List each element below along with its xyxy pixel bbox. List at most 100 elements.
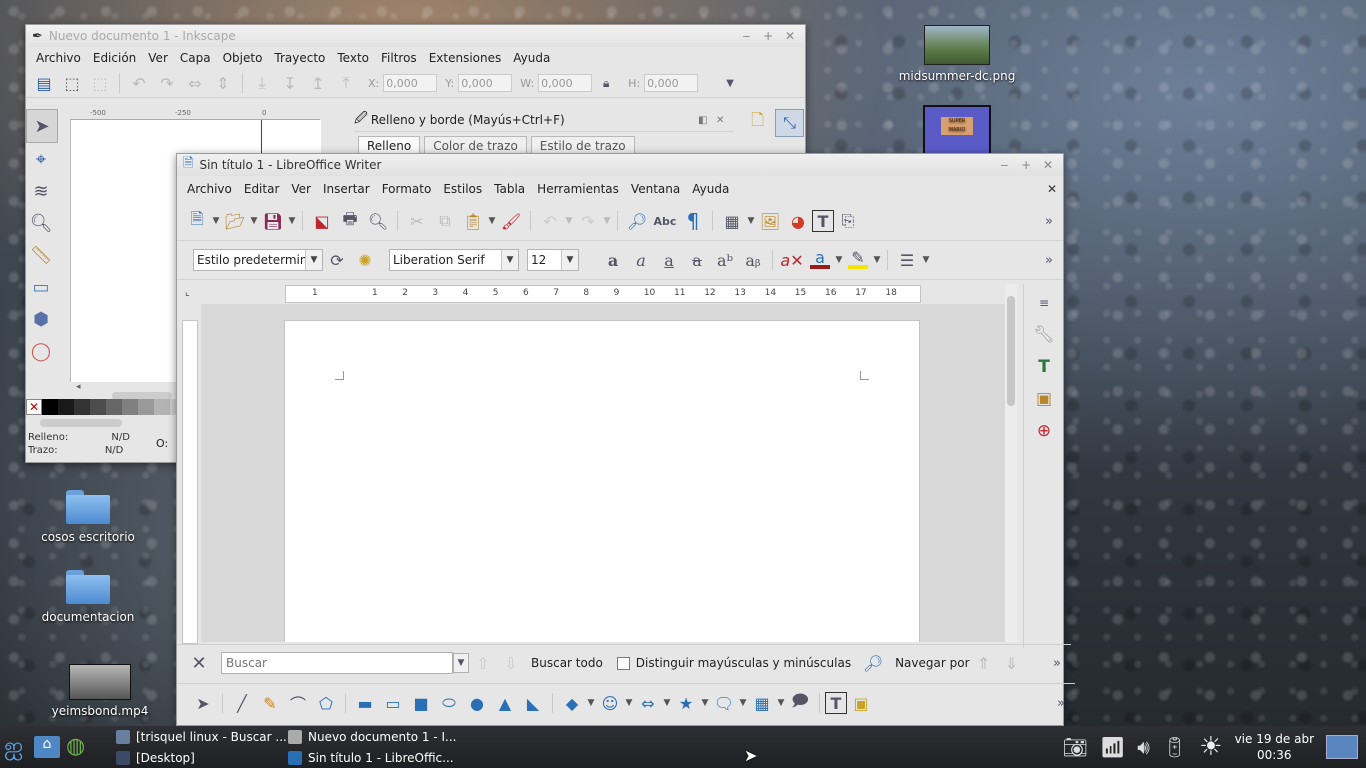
paragraph-style-combo[interactable]: Estilo predetermina ▼	[193, 249, 323, 271]
node-tool-icon[interactable]: ⌖	[26, 143, 56, 175]
close-find-bar-icon[interactable]: ✕	[185, 650, 213, 676]
undo-icon[interactable]: ↶	[536, 208, 564, 234]
raise-to-top-icon[interactable]: ⤒	[332, 70, 360, 96]
desktop-icon-midsummer[interactable]: midsummer-dc.png	[897, 25, 1017, 83]
taskbar-item-inkscape[interactable]: Nuevo documento 1 - I...	[288, 727, 457, 747]
insert-table-icon[interactable]: ▦	[718, 208, 746, 234]
chevron-down-icon[interactable]: ▼	[586, 698, 596, 708]
chevron-down-icon[interactable]: ▼	[602, 216, 612, 226]
menu-filtros[interactable]: Filtros	[375, 51, 423, 65]
maximize-button[interactable]: +	[759, 29, 777, 43]
new-style-icon[interactable]: ✺	[351, 247, 379, 273]
symbol-shapes-icon[interactable]: ☺	[596, 690, 624, 716]
properties-wrench-icon[interactable]: 🔧︎	[1030, 322, 1058, 348]
chevron-down-icon[interactable]: ▼	[662, 698, 672, 708]
menu-extensiones[interactable]: Extensiones	[423, 51, 508, 65]
taskbar-item-browser[interactable]: [trisquel linux - Buscar ...	[116, 727, 287, 747]
menu-tabla[interactable]: Tabla	[488, 182, 531, 196]
callouts-icon[interactable]: 🗨︎	[710, 690, 738, 716]
inkscape-titlebar[interactable]: ✒ Nuevo documento 1 - Inkscape ‒ + ✕	[26, 25, 805, 47]
toolbar-overflow-icon[interactable]: »	[1043, 650, 1071, 676]
rectangle-icon[interactable]: ▬	[351, 690, 379, 716]
start-menu-icon[interactable]: ஐ	[4, 732, 23, 763]
find-next-icon[interactable]: ⇩	[497, 650, 525, 676]
swatch[interactable]	[90, 399, 106, 415]
snap-toggle-icon[interactable]: ⤡	[775, 109, 804, 137]
navigate-down-icon[interactable]: ⇓	[998, 650, 1026, 676]
menu-archivo[interactable]: Archivo	[181, 182, 238, 196]
basic-shapes-icon[interactable]: ◆	[558, 690, 586, 716]
volume-icon[interactable]: 🔊︎	[1137, 735, 1150, 759]
subscript-icon[interactable]: aᵦ	[739, 247, 767, 273]
rounded-rectangle-icon[interactable]: ▭	[379, 690, 407, 716]
superscript-icon[interactable]: aᵇ	[711, 247, 739, 273]
search-history-dropdown[interactable]: ▼	[453, 653, 469, 673]
strikethrough-icon[interactable]: a	[683, 247, 711, 273]
menu-texto[interactable]: Texto	[331, 51, 375, 65]
chevron-down-icon[interactable]: ▼	[624, 698, 634, 708]
insert-chart-icon[interactable]: ◕	[784, 208, 812, 234]
find-replace-icon[interactable]: 🔎︎	[859, 650, 887, 676]
deselect-icon[interactable]: ⬚	[86, 70, 114, 96]
rectangle-tool-icon[interactable]: ▭	[26, 271, 56, 303]
chevron-down-icon[interactable]: ▼	[776, 698, 786, 708]
copy-icon[interactable]: ⧉	[431, 208, 459, 234]
taskbar-item-desktop[interactable]: [Desktop]	[116, 748, 195, 768]
canvas-hscroll[interactable]: ◂	[76, 382, 176, 400]
formatting-marks-icon[interactable]: ¶	[679, 208, 707, 234]
browser-globe-icon[interactable]: ◍	[66, 734, 85, 759]
palette-scrollbar[interactable]	[40, 419, 122, 427]
highlight-icon[interactable]: ✎	[844, 247, 872, 273]
x-input[interactable]	[383, 74, 438, 92]
freeform-pen-icon[interactable]: ✎	[256, 690, 284, 716]
y-input[interactable]	[458, 74, 513, 92]
overflow-arrow-icon[interactable]: ▼	[716, 70, 744, 96]
menu-insertar[interactable]: Insertar	[317, 182, 376, 196]
chevron-down-icon[interactable]: ▼	[564, 216, 574, 226]
horizontal-ruler[interactable]: 1 1 2 3 4 5 6 7 8 9 10 11 12 13 14 15 16 17 18	[285, 285, 921, 303]
polygon-tool-icon[interactable]: ⬠	[312, 690, 340, 716]
new-document-icon[interactable]: 🗋︎	[744, 109, 771, 135]
desktop-icon-mario[interactable]: SUPER MARIO BROS.	[897, 105, 1017, 159]
panel-iconify-button[interactable]: ◧	[698, 115, 716, 126]
paste-icon[interactable]: 📋︎	[459, 208, 487, 234]
bold-icon[interactable]: a	[599, 247, 627, 273]
chevron-down-icon[interactable]: ▼	[287, 216, 297, 226]
raise-icon[interactable]: ↥	[304, 70, 332, 96]
menu-ver[interactable]: Ver	[142, 51, 174, 65]
select-all-icon[interactable]: ▤	[30, 70, 58, 96]
menu-edicion[interactable]: Edición	[87, 51, 142, 65]
fontwork-icon[interactable]: ▣	[847, 690, 875, 716]
circle-icon[interactable]: ●	[463, 690, 491, 716]
styles-icon[interactable]: T	[1030, 354, 1058, 380]
panel-close-button[interactable]: ✕	[716, 115, 734, 126]
swatch[interactable]	[122, 399, 138, 415]
menu-archivo[interactable]: Archivo	[30, 51, 87, 65]
toolbar-overflow-icon[interactable]: »	[1035, 208, 1063, 234]
close-button[interactable]: ✕	[1039, 158, 1057, 172]
comment-bubble-icon[interactable]: 🗩︎	[786, 690, 814, 716]
writer-titlebar[interactable]: 🗎︎ Sin título 1 - LibreOffice Writer ‒ +…	[177, 154, 1063, 176]
clock[interactable]: vie 19 de abr 00:36	[1235, 731, 1314, 763]
3d-box-tool-icon[interactable]: ⬢	[26, 303, 56, 335]
selector-tool-icon[interactable]: ➤	[26, 109, 58, 143]
document-page[interactable]	[284, 320, 920, 642]
menu-editar[interactable]: Editar	[238, 182, 286, 196]
width-input[interactable]	[538, 74, 593, 92]
chevron-down-icon[interactable]: ▼	[501, 250, 518, 270]
italic-icon[interactable]: a	[627, 247, 655, 273]
insert-image-icon[interactable]: 🖼︎	[756, 208, 784, 234]
lower-icon[interactable]: ↧	[276, 70, 304, 96]
chevron-down-icon[interactable]: ▼	[872, 255, 882, 265]
export-pdf-icon[interactable]: ⬕	[308, 208, 336, 234]
chevron-down-icon[interactable]: ▼	[561, 250, 578, 270]
rotate-cw-icon[interactable]: ↷	[153, 70, 181, 96]
desktop-icon-cosos-escritorio[interactable]: cosos escritorio	[28, 490, 148, 544]
chevron-down-icon[interactable]: ▼	[211, 216, 221, 226]
chevron-down-icon[interactable]: ▼	[921, 255, 931, 265]
list-icon[interactable]: ☰	[893, 247, 921, 273]
update-style-icon[interactable]: ⟳	[323, 247, 351, 273]
text-box-icon[interactable]: T	[825, 692, 847, 714]
print-icon[interactable]: 🖶︎	[336, 208, 364, 234]
close-document-icon[interactable]: ✕	[1041, 182, 1063, 196]
